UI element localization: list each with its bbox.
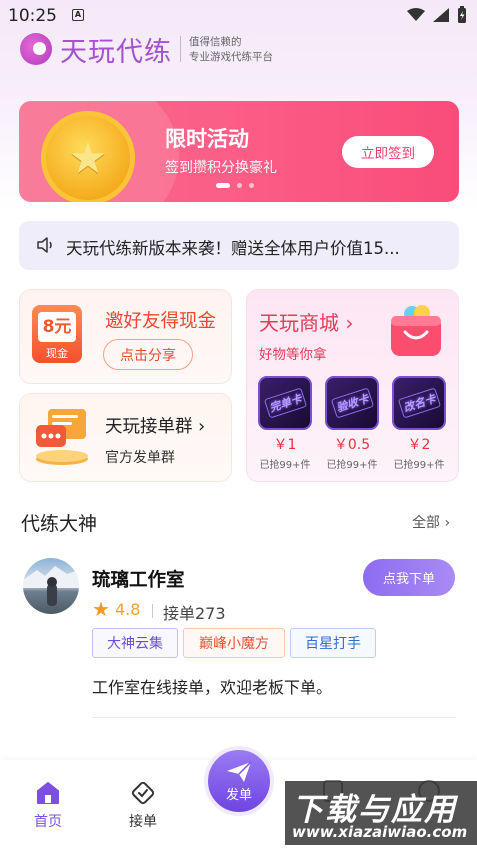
rating-divider <box>152 604 153 618</box>
coupon-label: 现金 <box>46 347 68 360</box>
banner-subtitle: 签到攒积分换豪礼 <box>165 160 277 176</box>
studio-orders: 接单273 <box>163 604 226 623</box>
brand-slogan: 值得信赖的 专业游戏代练平台 <box>189 35 273 65</box>
studio-description: 工作室在线接单，欢迎老板下单。 <box>92 678 333 697</box>
nav-tab-orders[interactable]: 接单 <box>113 780 173 831</box>
rating-value: 4.8 <box>114 599 141 619</box>
check-diamond-icon <box>131 781 155 805</box>
product-price: ￥1 <box>273 437 297 453</box>
place-order-button[interactable]: 点我下单 <box>363 559 455 596</box>
product-image: 完单卡 <box>258 376 312 430</box>
nav-label: 接单 <box>129 814 157 830</box>
header-divider <box>180 36 181 62</box>
sign-in-button[interactable]: 立即签到 <box>342 136 434 168</box>
view-all-link[interactable]: 全部 › <box>412 512 450 532</box>
avatar-image <box>23 566 79 606</box>
product-image: 改名卡 <box>392 376 446 430</box>
product-image-text: 完单卡 <box>263 387 307 419</box>
product-sold: 已抢99+件 <box>393 460 445 471</box>
studio-tag: 百星打手 <box>290 628 376 658</box>
studio-tag: 大神云集 <box>92 628 178 658</box>
mall-title-text: 天玩商城 <box>259 311 339 335</box>
home-icon <box>37 782 59 804</box>
product-image-text: 改名卡 <box>397 387 441 419</box>
signal-icon <box>433 8 449 22</box>
pagination-dot[interactable] <box>237 183 242 188</box>
status-time: 10:25 <box>8 6 57 26</box>
coupon-value: 8元 <box>38 312 76 342</box>
slogan-line-1: 值得信赖的 <box>189 36 242 48</box>
announcement-text: 天玩代练新版本来袭！赠送全体用户价值15... <box>66 239 400 258</box>
announcement-bar[interactable]: 天玩代练新版本来袭！赠送全体用户价值15... <box>19 221 459 270</box>
status-icons <box>407 6 467 24</box>
nav-tab-home[interactable]: 首页 <box>18 780 78 831</box>
chevron-right-icon: › <box>345 311 354 335</box>
list-divider <box>92 717 456 718</box>
studio-rating: ★ 4.8 <box>92 597 140 621</box>
gold-coin-icon: ★ <box>41 111 135 202</box>
publish-order-button[interactable]: 发单 <box>204 746 274 816</box>
studio-name: 琉璃工作室 <box>92 570 185 591</box>
nav-label: 首页 <box>34 814 62 830</box>
product-item[interactable]: 改名卡 <box>392 376 446 430</box>
promo-banner[interactable]: ★ 限时活动 签到攒积分换豪礼 立即签到 <box>19 101 459 202</box>
mall-title: 天玩商城 › <box>259 307 353 336</box>
product-price: ￥0.5 <box>333 437 371 453</box>
chevron-right-icon: › <box>198 417 206 437</box>
chat-bubble-icon <box>36 409 88 465</box>
share-button[interactable]: 点击分享 <box>103 339 193 370</box>
paper-plane-icon <box>227 760 252 782</box>
product-image: 验收卡 <box>325 376 379 430</box>
section-title: 代练大神 <box>21 513 98 535</box>
product-image-text: 验收卡 <box>330 387 374 419</box>
status-notification-icon: A <box>72 9 84 21</box>
view-all-text: 全部 <box>412 515 440 531</box>
group-title: 天玩接单群 › <box>105 413 205 438</box>
watermark-url: www.xiazaiwiao.com <box>292 823 468 841</box>
speaker-icon <box>37 237 52 253</box>
brand-name: 天玩代练 <box>60 37 172 68</box>
app-logo-icon <box>20 33 52 65</box>
star-icon: ★ <box>68 132 108 184</box>
group-title-text: 天玩接单群 <box>105 417 193 437</box>
avatar[interactable] <box>23 558 79 614</box>
star-icon: ★ <box>92 597 110 621</box>
banner-title: 限时活动 <box>165 127 249 151</box>
product-item[interactable]: 验收卡 <box>325 376 379 430</box>
product-sold: 已抢99+件 <box>326 460 378 471</box>
pagination-dot[interactable] <box>216 183 230 188</box>
fab-label: 发单 <box>225 787 252 803</box>
group-subtitle: 官方发单群 <box>105 450 175 466</box>
banner-pagination[interactable] <box>216 183 254 188</box>
pagination-dot[interactable] <box>249 183 254 188</box>
product-sold: 已抢99+件 <box>259 460 311 471</box>
shopping-bag-icon <box>391 305 441 356</box>
product-item[interactable]: 完单卡 <box>258 376 312 430</box>
mall-subtitle: 好物等你拿 <box>259 347 327 363</box>
studio-tag: 巅峰小魔方 <box>183 628 285 658</box>
invite-title: 邀好友得现金 <box>105 311 217 332</box>
product-price: ￥2 <box>407 437 431 453</box>
wifi-icon <box>407 8 425 21</box>
battery-icon <box>458 6 466 23</box>
slogan-line-2: 专业游戏代练平台 <box>189 51 273 63</box>
chevron-right-icon: › <box>444 515 451 531</box>
